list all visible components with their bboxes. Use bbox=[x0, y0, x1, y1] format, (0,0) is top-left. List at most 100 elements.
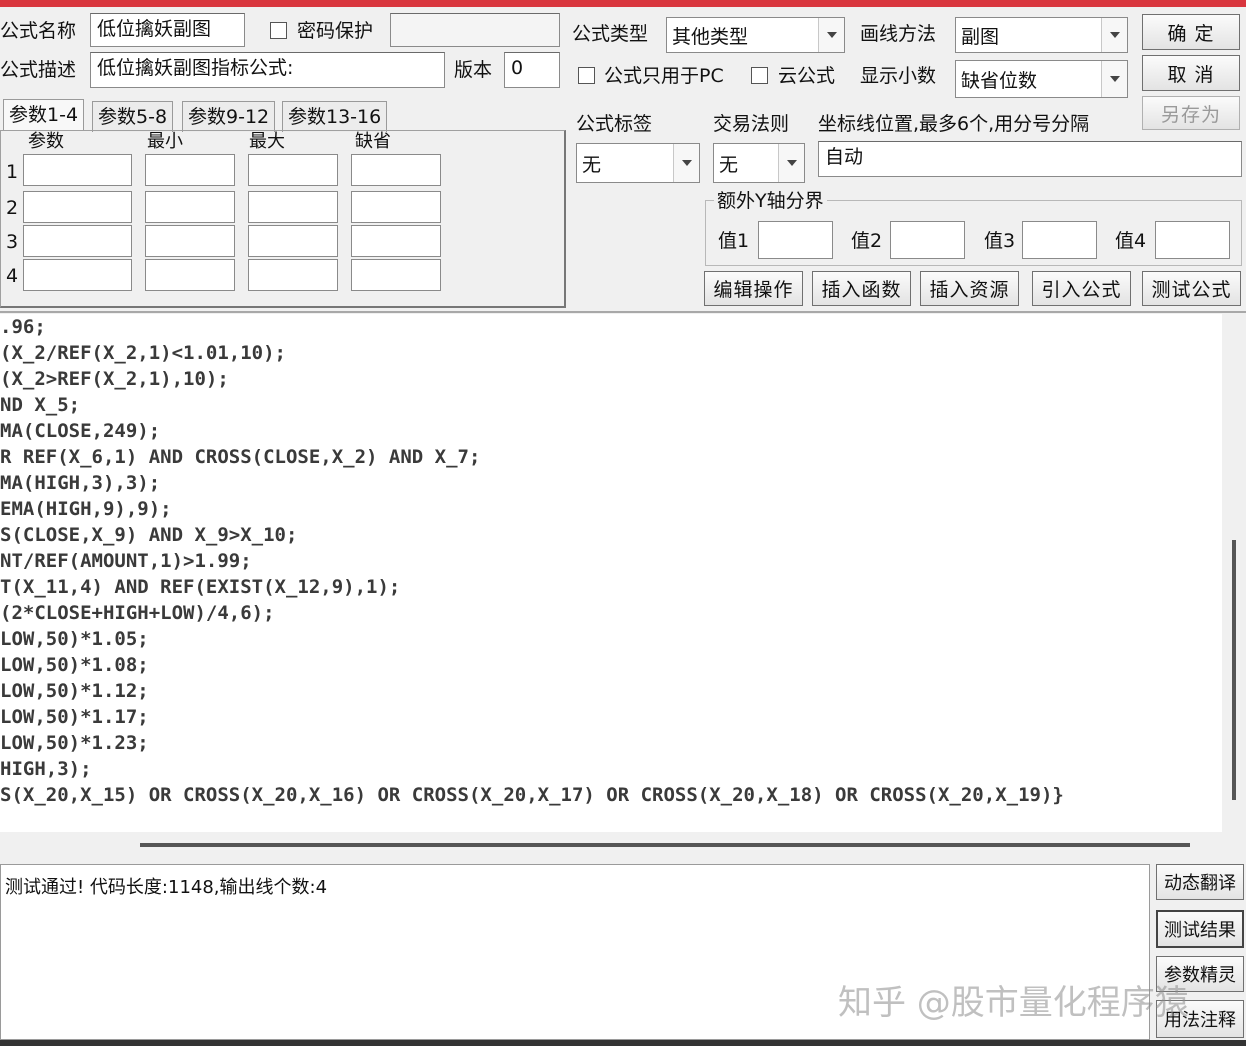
param-header-default: 缺省 bbox=[355, 131, 391, 152]
code-line: (X_2/REF(X_2,1)<1.01,10); bbox=[0, 342, 286, 364]
y-value-2-label: 值2 bbox=[851, 230, 883, 252]
insert-resource-button[interactable]: 插入资源 bbox=[920, 271, 1019, 306]
formula-type-label: 公式类型 bbox=[572, 23, 649, 45]
code-line: R REF(X_6,1) AND CROSS(CLOSE,X_2) AND X_… bbox=[0, 446, 481, 468]
param-default-input[interactable] bbox=[351, 225, 441, 257]
version-input[interactable]: 0 bbox=[504, 52, 560, 88]
decimals-value: 缺省位数 bbox=[961, 69, 1038, 92]
param-header-min: 最小 bbox=[147, 131, 183, 152]
param-max-input[interactable] bbox=[248, 225, 338, 257]
test-formula-button[interactable]: 测试公式 bbox=[1142, 271, 1241, 306]
horizontal-scroll-thumb[interactable] bbox=[140, 843, 1190, 847]
edit-ops-button[interactable]: 编辑操作 bbox=[704, 271, 803, 306]
divider bbox=[0, 311, 1246, 313]
insert-function-button[interactable]: 插入函数 bbox=[812, 271, 911, 306]
draw-method-label: 画线方法 bbox=[860, 23, 937, 45]
param-name-input[interactable] bbox=[23, 225, 132, 257]
ok-button[interactable]: 确 定 bbox=[1142, 14, 1240, 50]
code-line: LOW,50)*1.08; bbox=[0, 654, 149, 676]
tab-params-5-8[interactable]: 参数5-8 bbox=[92, 101, 174, 132]
param-name-input[interactable] bbox=[23, 259, 132, 291]
tab-params-13-16[interactable]: 参数13-16 bbox=[282, 101, 388, 132]
param-row-index: 3 bbox=[6, 231, 19, 253]
param-name-input[interactable] bbox=[23, 191, 132, 223]
import-formula-button[interactable]: 引入公式 bbox=[1032, 271, 1131, 306]
param-min-input[interactable] bbox=[145, 154, 235, 186]
test-output-text: 测试通过! 代码长度:1148,输出线个数:4 bbox=[5, 877, 328, 898]
param-min-input[interactable] bbox=[145, 191, 235, 223]
y-value-2-input[interactable] bbox=[890, 221, 965, 259]
code-editor[interactable]: .96; (X_2/REF(X_2,1)<1.01,10); (X_2>REF(… bbox=[0, 314, 1222, 832]
formula-name-input[interactable]: 低位擒妖副图 bbox=[90, 13, 245, 47]
y-value-4-input[interactable] bbox=[1155, 221, 1230, 259]
save-as-button[interactable]: 另存为 bbox=[1142, 96, 1240, 130]
formula-desc-input[interactable]: 低位擒妖副图指标公式: bbox=[90, 52, 445, 88]
tab-params-1-4[interactable]: 参数1-4 bbox=[3, 99, 85, 130]
pc-only-label: 公式只用于PC bbox=[604, 65, 724, 87]
code-line: ND X_5; bbox=[0, 394, 81, 416]
chevron-down-icon[interactable] bbox=[818, 18, 844, 52]
formula-tag-value: 无 bbox=[582, 153, 602, 176]
param-default-input[interactable] bbox=[351, 259, 441, 291]
extra-y-label: 额外Y轴分界 bbox=[714, 189, 827, 213]
cloud-formula-label: 云公式 bbox=[778, 65, 836, 87]
cancel-button[interactable]: 取 消 bbox=[1142, 55, 1240, 91]
password-checkbox[interactable] bbox=[270, 22, 287, 39]
chevron-down-icon[interactable] bbox=[1101, 18, 1127, 52]
code-line: MA(CLOSE,249); bbox=[0, 420, 161, 442]
dynamic-translate-button[interactable]: 动态翻译 bbox=[1156, 864, 1244, 900]
axis-position-input[interactable]: 自动 bbox=[818, 141, 1242, 177]
param-max-input[interactable] bbox=[248, 191, 338, 223]
y-value-1-input[interactable] bbox=[758, 221, 833, 259]
version-label: 版本 bbox=[454, 59, 493, 81]
param-header-name: 参数 bbox=[28, 131, 64, 152]
tab-params-9-12[interactable]: 参数9-12 bbox=[182, 101, 276, 132]
decimals-label: 显示小数 bbox=[860, 65, 937, 87]
code-line: LOW,50)*1.17; bbox=[0, 706, 149, 728]
trade-rule-label: 交易法则 bbox=[713, 113, 790, 135]
trade-rule-value: 无 bbox=[719, 153, 739, 176]
y-value-1-label: 值1 bbox=[718, 230, 750, 252]
cloud-formula-checkbox[interactable] bbox=[751, 67, 768, 84]
y-value-3-input[interactable] bbox=[1022, 221, 1097, 259]
decimals-select[interactable]: 缺省位数 bbox=[955, 60, 1128, 98]
pc-only-checkbox[interactable] bbox=[578, 67, 595, 84]
code-line: HIGH,3); bbox=[0, 758, 92, 780]
y-value-4-label: 值4 bbox=[1115, 230, 1147, 252]
code-line: (2*CLOSE+HIGH+LOW)/4,6); bbox=[0, 602, 275, 624]
formula-desc-label: 公式描述 bbox=[0, 59, 77, 81]
param-header-max: 最大 bbox=[249, 131, 285, 152]
horizontal-scrollbar[interactable] bbox=[0, 832, 1222, 862]
code-line: S(CLOSE,X_9) AND X_9>X_10; bbox=[0, 524, 298, 546]
formula-name-label: 公式名称 bbox=[0, 20, 77, 42]
code-line: (X_2>REF(X_2,1),10); bbox=[0, 368, 229, 390]
param-row-index: 1 bbox=[6, 161, 19, 183]
param-row-index: 2 bbox=[6, 197, 19, 219]
test-result-button[interactable]: 测试结果 bbox=[1156, 910, 1244, 948]
formula-tag-label: 公式标签 bbox=[576, 113, 653, 135]
chevron-down-icon[interactable] bbox=[673, 144, 699, 182]
password-input[interactable] bbox=[390, 13, 560, 47]
chevron-down-icon[interactable] bbox=[778, 144, 804, 182]
window-bottom-border bbox=[0, 1040, 1246, 1046]
param-default-input[interactable] bbox=[351, 154, 441, 186]
param-name-input[interactable] bbox=[23, 154, 132, 186]
formula-type-value: 其他类型 bbox=[672, 25, 749, 48]
param-default-input[interactable] bbox=[351, 191, 441, 223]
code-line: .96; bbox=[0, 316, 46, 338]
watermark: 知乎 @股市量化程序猿 bbox=[838, 983, 1189, 1023]
draw-method-select[interactable]: 副图 bbox=[955, 17, 1128, 53]
formula-type-select[interactable]: 其他类型 bbox=[666, 17, 845, 53]
window-top-bar bbox=[0, 0, 1246, 7]
code-line: EMA(HIGH,9),9); bbox=[0, 498, 172, 520]
chevron-down-icon[interactable] bbox=[1101, 61, 1127, 97]
code-line: LOW,50)*1.23; bbox=[0, 732, 149, 754]
vertical-scroll-thumb[interactable] bbox=[1232, 540, 1236, 800]
trade-rule-select[interactable]: 无 bbox=[713, 143, 805, 183]
param-max-input[interactable] bbox=[248, 259, 338, 291]
formula-tag-select[interactable]: 无 bbox=[576, 143, 700, 183]
param-min-input[interactable] bbox=[145, 225, 235, 257]
param-min-input[interactable] bbox=[145, 259, 235, 291]
param-max-input[interactable] bbox=[248, 154, 338, 186]
code-line: MA(HIGH,3),3); bbox=[0, 472, 161, 494]
